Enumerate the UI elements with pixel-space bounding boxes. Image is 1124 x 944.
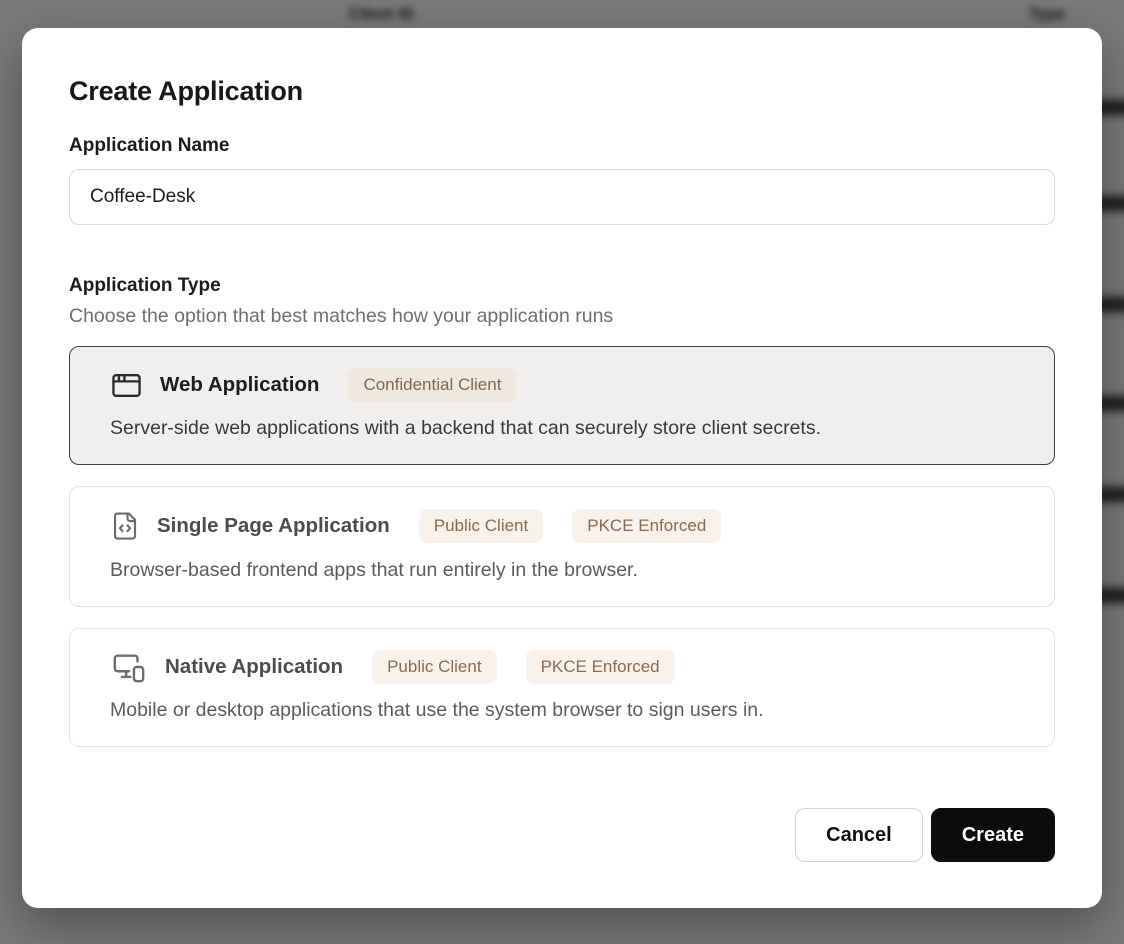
badge-pkce-enforced: PKCE Enforced bbox=[572, 509, 721, 543]
create-button[interactable]: Create bbox=[931, 808, 1055, 862]
option-single-page-application[interactable]: Single Page Application Public Client PK… bbox=[69, 486, 1055, 607]
option-head: Web Application Confidential Client bbox=[110, 368, 1030, 402]
dialog-title: Create Application bbox=[69, 76, 1055, 107]
option-description: Browser-based frontend apps that run ent… bbox=[110, 559, 1030, 582]
option-head: Native Application Public Client PKCE En… bbox=[110, 650, 1030, 684]
file-code-icon bbox=[110, 508, 140, 544]
create-application-dialog: Create Application Application Name Appl… bbox=[22, 28, 1102, 908]
option-head: Single Page Application Public Client PK… bbox=[110, 508, 1030, 544]
monitor-smartphone-icon bbox=[110, 650, 148, 684]
app-window-icon bbox=[110, 369, 143, 402]
option-title: Native Application bbox=[165, 655, 343, 679]
badge-confidential-client: Confidential Client bbox=[348, 368, 516, 402]
application-name-input[interactable] bbox=[69, 169, 1055, 225]
badge-public-client: Public Client bbox=[419, 509, 544, 543]
option-title: Web Application bbox=[160, 373, 319, 397]
application-type-section: Application Type Choose the option that … bbox=[69, 275, 1055, 747]
option-description: Mobile or desktop applications that use … bbox=[110, 699, 1030, 722]
option-web-application[interactable]: Web Application Confidential Client Serv… bbox=[69, 346, 1055, 465]
cancel-button[interactable]: Cancel bbox=[795, 808, 923, 862]
badge-pkce-enforced: PKCE Enforced bbox=[526, 650, 675, 684]
application-type-options: Web Application Confidential Client Serv… bbox=[69, 346, 1055, 747]
application-name-label: Application Name bbox=[69, 135, 1055, 157]
option-title: Single Page Application bbox=[157, 514, 390, 538]
dialog-footer: Cancel Create bbox=[795, 808, 1055, 862]
option-description: Server-side web applications with a back… bbox=[110, 417, 1030, 440]
application-type-subtitle: Choose the option that best matches how … bbox=[69, 305, 1055, 328]
option-native-application[interactable]: Native Application Public Client PKCE En… bbox=[69, 628, 1055, 747]
badge-public-client: Public Client bbox=[372, 650, 497, 684]
application-type-label: Application Type bbox=[69, 275, 1055, 297]
